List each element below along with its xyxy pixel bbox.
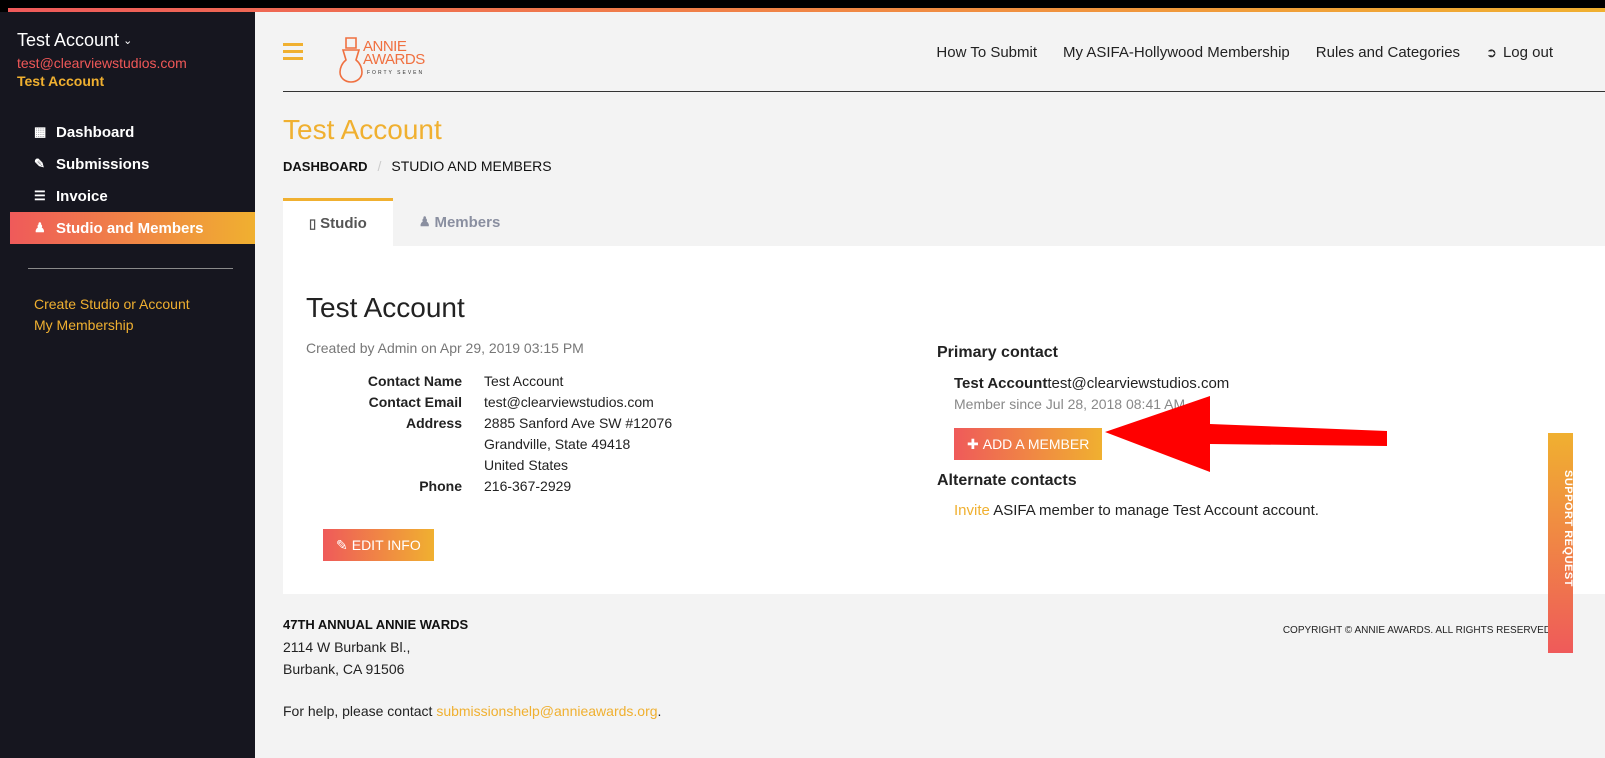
account-switcher[interactable]: Test Account ⌄ test@clearviewstudios.com …: [17, 30, 187, 89]
help-text: For help, please contact submissionshelp…: [283, 703, 662, 719]
invite-line: Invite ASIFA member to manage Test Accou…: [954, 502, 1319, 519]
account-subtitle: Test Account: [17, 73, 105, 89]
sidebar-item-label: Dashboard: [56, 123, 135, 141]
primary-contact: Test Accounttest@clearviewstudios.com: [954, 375, 1229, 392]
list-icon: ☰: [34, 188, 46, 203]
annie-awards-logo[interactable]: ANNIE AWARDS FORTY SEVEN: [337, 34, 437, 86]
phone-value: 216-367-2929: [484, 478, 572, 494]
page-title: Test Account: [283, 114, 442, 145]
chevron-down-icon: ⌄: [123, 35, 133, 47]
contact-email-value: test@clearviewstudios.com: [484, 394, 654, 410]
footer-address-line-1: 2114 W Burbank Bl.,: [283, 639, 411, 655]
header-divider: [283, 91, 1605, 92]
logo-subtitle: FORTY SEVEN: [367, 70, 425, 76]
top-accent-bar: [0, 0, 1605, 12]
nav-how-to-submit[interactable]: How To Submit: [936, 44, 1037, 61]
main-content: ANNIE AWARDS FORTY SEVEN How To Submit M…: [255, 12, 1605, 758]
plus-icon: ✚: [967, 435, 979, 452]
help-email-link[interactable]: submissionshelp@annieawards.org: [436, 703, 657, 719]
tab-studio[interactable]: ▯ Studio: [283, 198, 393, 246]
logout-label: Log out: [1502, 44, 1553, 61]
add-member-label: ADD A MEMBER: [982, 436, 1090, 452]
footer-address-line-2: Burbank, CA 91506: [283, 661, 405, 677]
nav-membership[interactable]: My ASIFA-Hollywood Membership: [1063, 44, 1290, 61]
sidebar-divider: [28, 268, 233, 269]
alternate-contacts-heading: Alternate contacts: [937, 472, 1077, 489]
sidebar: Test Account ⌄ test@clearviewstudios.com …: [0, 12, 255, 758]
edit-icon: ✎: [34, 156, 45, 171]
account-name: Test Account: [17, 30, 120, 50]
address-label: Address: [405, 415, 462, 431]
logout-icon: ➲: [1486, 45, 1497, 60]
breadcrumb-current: STUDIO AND MEMBERS: [391, 158, 552, 174]
footer-address: 2114 W Burbank Bl., Burbank, CA 91506: [283, 636, 410, 680]
tab-label: Studio: [320, 215, 367, 232]
primary-contact-name: Test Account: [954, 375, 1048, 392]
breadcrumb: DASHBOARD / STUDIO AND MEMBERS: [283, 158, 552, 174]
sidebar-links: Create Studio or Account My Membership: [34, 294, 190, 336]
tab-members[interactable]: ♟ Members: [393, 198, 527, 246]
tab-label: Members: [434, 213, 501, 231]
account-email: test@clearviewstudios.com: [17, 55, 187, 71]
studio-details: Contact Name Test Account Contact Email te…: [306, 371, 672, 497]
primary-contact-heading: Primary contact: [937, 344, 1058, 361]
studio-panel: Test Account Created by Admin on Apr 29,…: [283, 246, 1605, 594]
sidebar-item-label: Studio and Members: [56, 219, 204, 237]
red-arrow-annotation: [1105, 396, 1387, 472]
edit-info-button[interactable]: ✎ EDIT INFO: [323, 529, 434, 561]
sidebar-item-dashboard[interactable]: ▦ Dashboard: [0, 116, 255, 148]
contact-email-label: Contact Email: [368, 394, 462, 410]
breadcrumb-separator: /: [377, 158, 382, 174]
created-info: Created by Admin on Apr 29, 2019 03:15 P…: [306, 340, 584, 356]
invite-text: ASIFA member to manage Test Account acco…: [989, 502, 1319, 519]
menu-toggle-icon[interactable]: [283, 43, 303, 64]
edit-icon: ✎: [336, 536, 348, 553]
user-icon: ♟: [418, 214, 431, 229]
edit-info-label: EDIT INFO: [351, 537, 421, 553]
sidebar-item-submissions[interactable]: ✎ Submissions: [0, 148, 255, 180]
address-line-1: 2885 Sanford Ave SW #12076: [484, 415, 673, 431]
tablet-icon: ▯: [309, 215, 317, 231]
sidebar-item-label: Invoice: [56, 187, 108, 205]
address-line-3: United States: [484, 457, 569, 473]
invite-link[interactable]: Invite: [954, 502, 990, 519]
contact-name-label: Contact Name: [367, 373, 462, 389]
my-membership-link[interactable]: My Membership: [34, 315, 190, 336]
studio-name: Test Account: [306, 292, 465, 323]
address-line-2: Grandville, State 49418: [484, 436, 631, 452]
top-nav: How To Submit My ASIFA-Hollywood Members…: [910, 44, 1553, 61]
support-request-label: SUPPORT REQUEST: [1562, 470, 1574, 587]
nav-logout[interactable]: ➲ Log out: [1486, 44, 1553, 61]
add-member-button[interactable]: ✚ ADD A MEMBER: [954, 428, 1103, 460]
breadcrumb-dashboard[interactable]: DASHBOARD: [283, 159, 368, 174]
tab-bar: ▯ Studio ♟ Members: [283, 198, 526, 246]
copyright: COPYRIGHT © ANNIE AWARDS. ALL RIGHTS RES…: [1282, 625, 1551, 636]
primary-contact-email: test@clearviewstudios.com: [1047, 375, 1230, 392]
logo-line-2: AWARDS: [363, 51, 425, 68]
sidebar-nav: ▦ Dashboard ✎ Submissions ☰ Invoice ♟ St…: [0, 116, 255, 244]
user-icon: ♟: [34, 220, 46, 235]
contact-name-value: Test Account: [484, 373, 564, 389]
create-studio-link[interactable]: Create Studio or Account: [34, 294, 190, 315]
phone-label: Phone: [419, 478, 462, 494]
sidebar-item-label: Submissions: [56, 155, 150, 173]
nav-rules-categories[interactable]: Rules and Categories: [1316, 44, 1460, 61]
sidebar-item-invoice[interactable]: ☰ Invoice: [0, 180, 255, 212]
footer-title: 47TH ANNUAL ANNIE WARDS: [283, 617, 469, 632]
sidebar-item-studio-and-members[interactable]: ♟ Studio and Members: [10, 212, 255, 244]
dashboard-icon: ▦: [34, 124, 47, 139]
